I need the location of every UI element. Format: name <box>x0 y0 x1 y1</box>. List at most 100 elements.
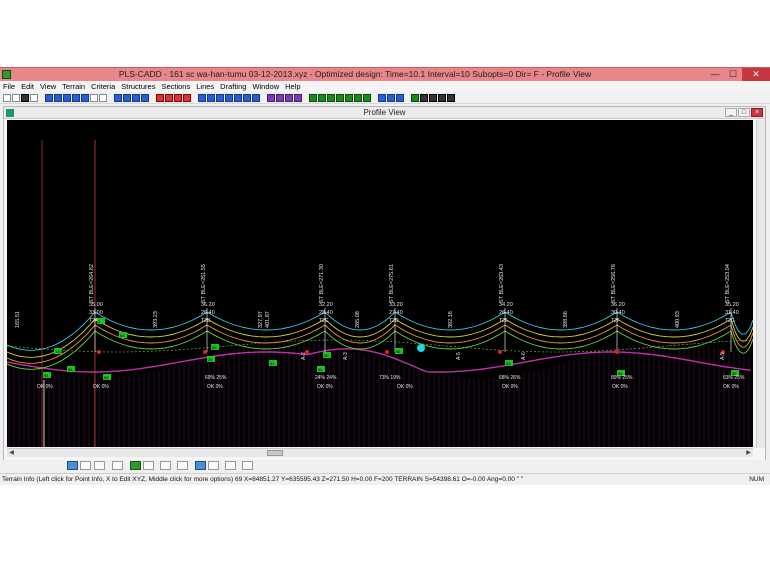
move-structure-icon[interactable] <box>123 93 131 102</box>
menu-lines[interactable]: Lines <box>196 81 214 92</box>
view-tab-9-icon[interactable] <box>195 461 206 470</box>
menu-view[interactable]: View <box>40 81 56 92</box>
section-tool-3-icon[interactable] <box>216 93 224 102</box>
menu-structures[interactable]: Structures <box>121 81 155 92</box>
scroll-right-icon[interactable]: ▶ <box>744 449 753 457</box>
menu-window[interactable]: Window <box>252 81 279 92</box>
profile-minimize-button[interactable]: _ <box>725 108 737 117</box>
scroll-thumb[interactable] <box>267 450 283 456</box>
structure-tag-label: 26 <box>208 357 213 362</box>
menu-sections[interactable]: Sections <box>161 81 190 92</box>
section-tool-2-icon[interactable] <box>207 93 215 102</box>
close-button[interactable]: ✕ <box>742 68 770 81</box>
view-tool-5-icon[interactable] <box>447 93 455 102</box>
menu-drafting[interactable]: Drafting <box>220 81 246 92</box>
zoom-out-icon[interactable] <box>54 93 62 102</box>
check-ok-label: OK 0% <box>612 384 628 390</box>
view-tab-7-icon[interactable] <box>160 461 171 470</box>
optimize-tool-4-icon[interactable] <box>294 93 302 102</box>
profile-maximize-button[interactable]: □ <box>738 108 750 117</box>
view-tab-4-icon[interactable] <box>112 461 123 470</box>
menu-terrain[interactable]: Terrain <box>62 81 85 92</box>
attachment-marker <box>203 350 207 354</box>
open-file-icon[interactable] <box>12 93 20 102</box>
zoom-in-icon[interactable] <box>45 93 53 102</box>
profile-view-titlebar[interactable]: Profile View _ □ × <box>4 107 765 119</box>
zoom-window-icon[interactable] <box>63 93 71 102</box>
section-tool-5-icon[interactable] <box>234 93 242 102</box>
span-length-label: 401.87 <box>265 311 271 328</box>
menu-file[interactable]: File <box>3 81 15 92</box>
profile-close-button[interactable]: × <box>751 108 763 117</box>
zoom-extents-icon[interactable] <box>90 93 98 102</box>
view-tab-3-icon[interactable] <box>94 461 105 470</box>
clearance-tool-2-icon[interactable] <box>387 93 395 102</box>
structure-tag-label: 56 <box>68 367 73 372</box>
view-tab-2-icon[interactable] <box>80 461 91 470</box>
minimize-button[interactable]: — <box>706 68 724 81</box>
view-tab-5-icon[interactable] <box>130 461 141 470</box>
save-icon[interactable] <box>21 93 29 102</box>
string-tool-icon[interactable] <box>156 93 164 102</box>
view-tab-10-icon[interactable] <box>208 461 219 470</box>
view-tab-1-icon[interactable] <box>67 461 78 470</box>
clearance-line <box>7 339 752 353</box>
scroll-left-icon[interactable]: ◀ <box>7 449 16 457</box>
zoom-previous-icon[interactable] <box>72 93 80 102</box>
optimize-tool-2-icon[interactable] <box>276 93 284 102</box>
span-length-label: 327.97 <box>258 311 264 328</box>
menu-criteria[interactable]: Criteria <box>91 81 115 92</box>
tower-stake-label: ST BLE=264.82 <box>89 264 95 303</box>
check-tool-1-icon[interactable] <box>309 93 317 102</box>
section-tool-1-icon[interactable] <box>198 93 206 102</box>
section-tool-7-icon[interactable] <box>252 93 260 102</box>
view-tab-6-icon[interactable] <box>143 461 154 470</box>
clearance-tool-1-icon[interactable] <box>378 93 386 102</box>
structure-tool-icon[interactable] <box>132 93 140 102</box>
view-tab-12-icon[interactable] <box>242 461 253 470</box>
menu-edit[interactable]: Edit <box>21 81 34 92</box>
section-tool-6-icon[interactable] <box>243 93 251 102</box>
measure-icon[interactable] <box>99 93 107 102</box>
add-structure-icon[interactable] <box>114 93 122 102</box>
print-icon[interactable] <box>30 93 38 102</box>
check-tool-7-icon[interactable] <box>363 93 371 102</box>
horizontal-scrollbar[interactable]: ◀ ▶ <box>7 448 753 457</box>
maximize-button[interactable]: ☐ <box>724 68 742 81</box>
profile-plot-canvas[interactable]: 35.0033.00ST BLE=264.82T2A36.2026.40ST B… <box>7 120 753 447</box>
title-bar[interactable]: PLS-CADD - 161 sc wa-han-tumu 03-12-2013… <box>0 67 770 81</box>
delete-tool-icon[interactable] <box>183 93 191 102</box>
tower-name-label: T2F <box>611 318 620 324</box>
tower-stake-label: ST BLE=275.61 <box>389 264 395 303</box>
section-tool-4-icon[interactable] <box>225 93 233 102</box>
view-tool-2-icon[interactable] <box>420 93 428 102</box>
attachment-marker <box>385 350 389 354</box>
tower-attach-label: 30.40 <box>611 310 625 316</box>
check-tool-2-icon[interactable] <box>318 93 326 102</box>
optimize-tool-3-icon[interactable] <box>285 93 293 102</box>
check-tool-4-icon[interactable] <box>336 93 344 102</box>
tension-tool-icon[interactable] <box>174 93 182 102</box>
new-file-icon[interactable] <box>3 93 11 102</box>
view-tool-1-icon[interactable] <box>411 93 419 102</box>
optimize-tool-1-icon[interactable] <box>267 93 275 102</box>
check-tool-3-icon[interactable] <box>327 93 335 102</box>
view-tool-4-icon[interactable] <box>438 93 446 102</box>
check-ok-label: OK 0% <box>502 384 518 390</box>
view-tab-8-icon[interactable] <box>177 461 188 470</box>
pan-icon[interactable] <box>81 93 89 102</box>
check-tool-6-icon[interactable] <box>354 93 362 102</box>
menu-help[interactable]: Help <box>285 81 300 92</box>
profile-plot[interactable]: 35.00 33.00 ST BLE=264.82 T2A 36.20 26.40 ST B… <box>7 120 753 447</box>
tower-stake-label: ST BLE=271.30 <box>319 264 325 303</box>
view-tool-3-icon[interactable] <box>429 93 437 102</box>
view-tab-11-icon[interactable] <box>225 461 236 470</box>
check-tool-5-icon[interactable] <box>345 93 353 102</box>
point-label: A-6 <box>521 352 527 360</box>
check-ok-label: OK 0% <box>317 384 333 390</box>
sag-tool-icon[interactable] <box>165 93 173 102</box>
structure-tag-label: 53 <box>120 333 125 338</box>
structure-delete-icon[interactable] <box>141 93 149 102</box>
clearance-tool-3-icon[interactable] <box>396 93 404 102</box>
vertical-scrollbar[interactable] <box>756 120 765 448</box>
